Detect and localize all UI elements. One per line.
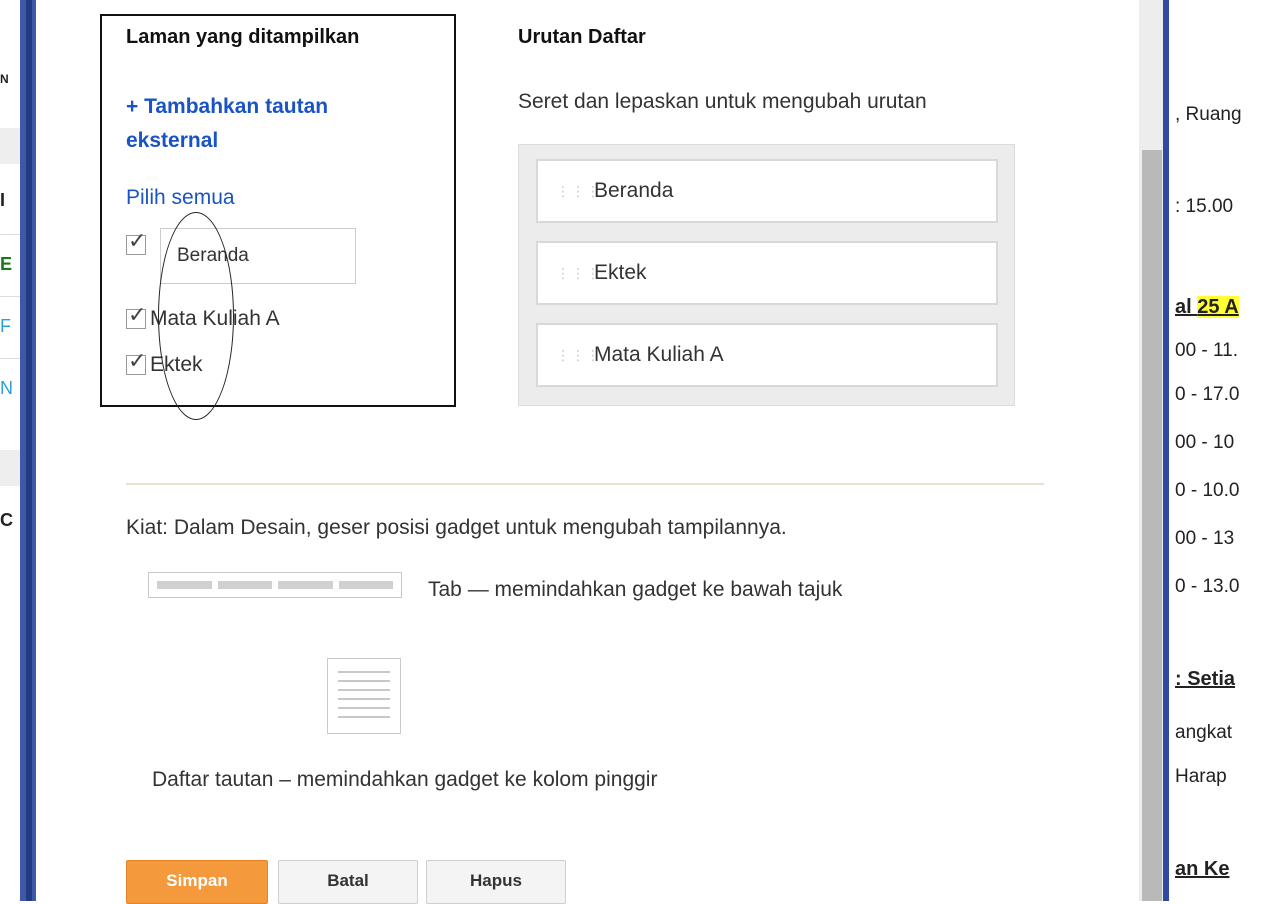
add-external-link[interactable]: + Tambahkan tautan eksternal — [126, 90, 426, 158]
background-text: 0 - 13.0 — [1175, 576, 1240, 597]
sortable-item[interactable]: ⋮⋮⋮ Mata Kuliah A — [536, 323, 998, 387]
background-heading: al 25 A — [1175, 296, 1239, 318]
page-title-input[interactable]: Beranda — [160, 228, 356, 284]
link-list-layout-description: Daftar tautan – memindahkan gadget ke ko… — [152, 768, 658, 791]
save-button[interactable]: Simpan — [126, 860, 268, 904]
page-row-ektek: ✓ Ektek — [126, 350, 203, 380]
background-letter: N — [0, 72, 9, 86]
background-letter: F — [0, 316, 11, 336]
tab-layout-description: Tab — memindahkan gadget ke bawah tajuk — [428, 578, 843, 601]
drag-handle-icon[interactable]: ⋮⋮⋮ — [556, 348, 600, 362]
sortable-item-label: Mata Kuliah A — [594, 343, 724, 366]
background-divider — [0, 234, 20, 235]
checkbox-mata-kuliah-a[interactable]: ✓ — [126, 304, 146, 329]
background-divider — [0, 358, 20, 359]
background-text: angkat — [1175, 722, 1233, 743]
tab-layout-icon — [148, 572, 402, 598]
background-letter: C — [0, 510, 13, 530]
background-letter: I — [0, 190, 6, 210]
checkbox-beranda[interactable]: ✓ — [126, 230, 146, 255]
list-order-title: Urutan Daftar — [518, 26, 646, 48]
background-band — [0, 128, 20, 164]
background-letter: E — [0, 254, 13, 274]
checkmark-icon: ✓ — [128, 302, 147, 327]
background-left-strip: N I E F N C — [0, 0, 36, 901]
drag-handle-icon[interactable]: ⋮⋮⋮ — [556, 266, 600, 280]
checkmark-icon: ✓ — [128, 348, 147, 373]
sortable-item[interactable]: ⋮⋮⋮ Beranda — [536, 159, 998, 223]
background-text: 00 - 11. — [1175, 340, 1239, 361]
sortable-list: ⋮⋮⋮ Beranda ⋮⋮⋮ Ektek ⋮⋮⋮ Mata Kuliah A — [518, 144, 1015, 406]
link-list-layout-icon — [327, 658, 401, 734]
sortable-item[interactable]: ⋮⋮⋮ Ektek — [536, 241, 998, 305]
tip-text: Kiat: Dalam Desain, geser posisi gadget … — [126, 516, 787, 539]
cancel-button[interactable]: Batal — [278, 860, 418, 904]
list-order-hint: Seret dan lepaskan untuk mengubah urutan — [518, 90, 927, 113]
page-label: Mata Kuliah A — [150, 307, 280, 330]
background-page: , Ruang : 15.00 al 25 A 00 - 11. 0 - 17.… — [1169, 0, 1271, 901]
pages-gadget-dialog: Laman yang ditampilkan + Tambahkan tauta… — [36, 0, 1139, 904]
left-blue-border-inner — [26, 0, 32, 901]
sortable-item-label: Ektek — [594, 261, 647, 284]
background-text: 0 - 10.0 — [1175, 480, 1240, 501]
section-divider — [126, 483, 1044, 485]
background-text: 00 - 13 — [1175, 528, 1235, 549]
page-row-mata-kuliah-a: ✓ Mata Kuliah A — [126, 304, 280, 334]
delete-button[interactable]: Hapus — [426, 860, 566, 904]
background-band — [0, 450, 20, 486]
background-text: 00 - 10 — [1175, 432, 1235, 453]
checkmark-icon: ✓ — [128, 228, 147, 253]
background-text: Harap — [1175, 766, 1227, 787]
background-divider — [0, 296, 20, 297]
dialog-scrollbar-thumb[interactable] — [1142, 150, 1162, 901]
select-all-link[interactable]: Pilih semua — [126, 186, 235, 210]
background-letter: N — [0, 378, 13, 398]
page-row-beranda: ✓ — [126, 230, 146, 260]
checkbox-ektek[interactable]: ✓ — [126, 350, 146, 375]
background-text: , Ruang — [1175, 104, 1242, 125]
sortable-item-label: Beranda — [594, 179, 674, 202]
page-label: Ektek — [150, 353, 203, 376]
background-heading: : Setia — [1175, 668, 1236, 690]
background-heading: an Ke — [1175, 858, 1230, 880]
pages-shown-panel: Laman yang ditampilkan + Tambahkan tauta… — [100, 14, 456, 420]
drag-handle-icon[interactable]: ⋮⋮⋮ — [556, 184, 600, 198]
background-text: : 15.00 — [1175, 196, 1234, 217]
pages-shown-title: Laman yang ditampilkan — [126, 26, 360, 48]
background-text: 0 - 17.0 — [1175, 384, 1240, 405]
